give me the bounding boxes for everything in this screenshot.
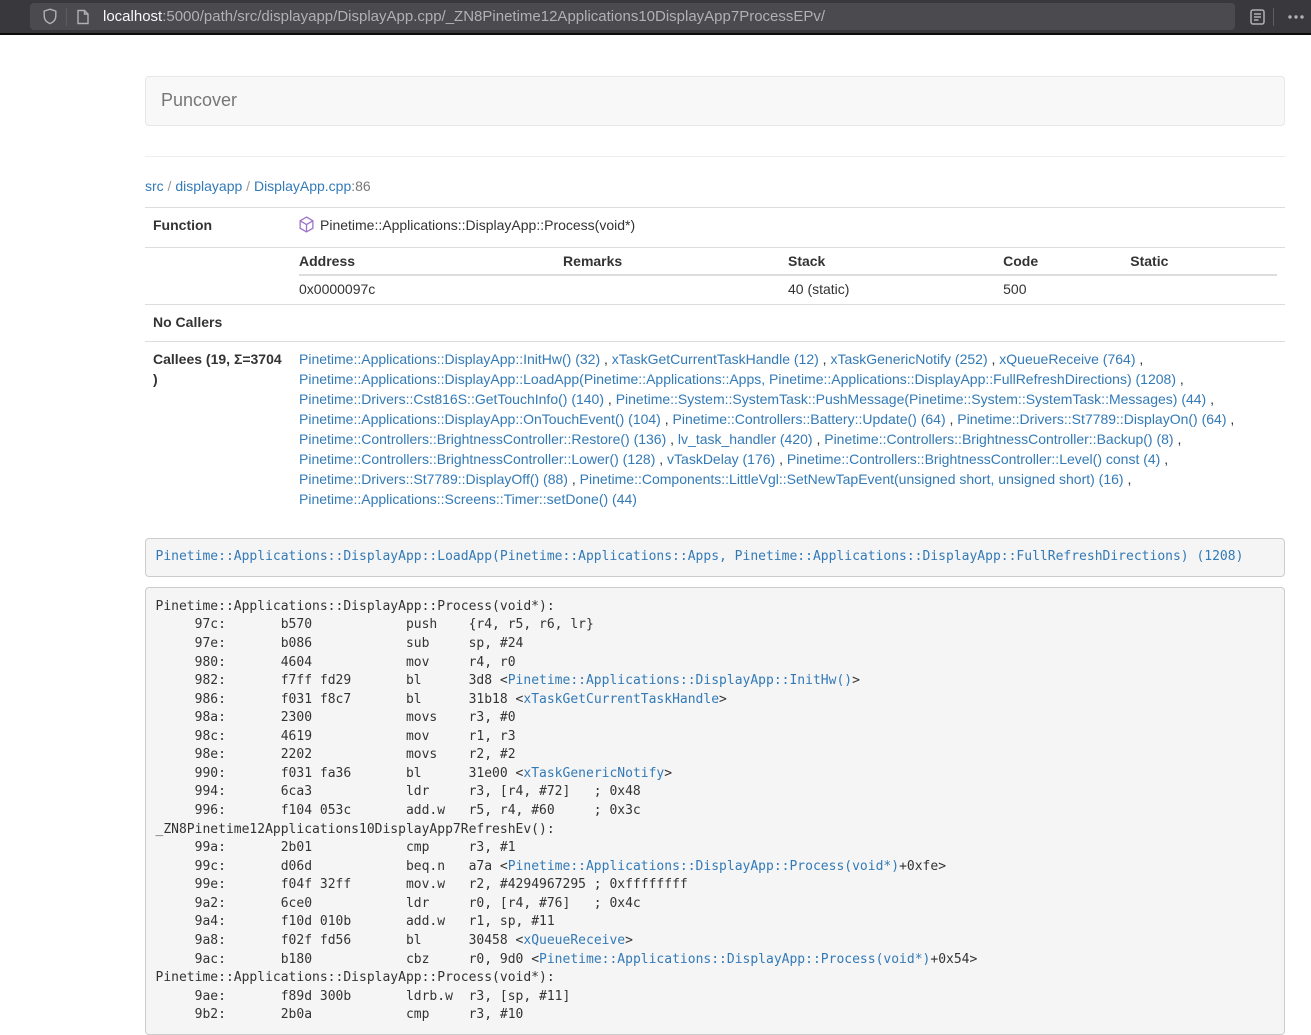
callee-link[interactable]: Pinetime::Applications::Screens::Timer::… (299, 491, 637, 507)
callee-link[interactable]: xQueueReceive (764) (999, 351, 1135, 367)
divider (145, 156, 1285, 157)
callee-link[interactable]: Pinetime::Applications::DisplayApp::OnTo… (299, 411, 661, 427)
url-host: localhost (103, 8, 162, 25)
app-navbar: Puncover (145, 76, 1285, 126)
page-content: Puncover src / displayapp / DisplayApp.c… (145, 76, 1285, 1035)
callee-link[interactable]: Pinetime::Controllers::BrightnessControl… (299, 451, 655, 467)
stats-header-static: Static (1130, 248, 1277, 275)
breadcrumb: src / displayapp / DisplayApp.cpp:86 (145, 177, 1285, 197)
callees-row: Callees (19, Σ=3704 ) Pinetime::Applicat… (145, 341, 1285, 517)
callee-link[interactable]: Pinetime::Drivers::St7789::DisplayOff() … (299, 471, 568, 487)
breadcrumb-separator: / (242, 178, 254, 194)
function-name: Pinetime::Applications::DisplayApp::Proc… (320, 217, 635, 233)
callee-link[interactable]: xTaskGetCurrentTaskHandle (12) (612, 351, 819, 367)
callee-link[interactable]: Pinetime::Controllers::BrightnessControl… (299, 431, 666, 447)
stats-header-address: Address (299, 248, 563, 275)
menu-icon[interactable] (1284, 5, 1308, 29)
toolbar-divider (1273, 8, 1274, 26)
callee-link[interactable]: Pinetime::Drivers::Cst816S::GetTouchInfo… (299, 391, 604, 407)
breadcrumb-link[interactable]: src (145, 178, 164, 194)
shield-icon[interactable] (38, 5, 62, 29)
selected-callee-link[interactable]: Pinetime::Applications::DisplayApp::Load… (156, 549, 1244, 564)
callee-link[interactable]: Pinetime::Controllers::Battery::Update()… (673, 411, 946, 427)
symbol-link[interactable]: Pinetime::Applications::DisplayApp::Proc… (508, 859, 899, 874)
stats-header-code: Code (1003, 248, 1130, 275)
stats-value-row: 0x0000097c 40 (static)500 (299, 275, 1277, 304)
stats-cell: 500 (1003, 275, 1130, 304)
callee-link[interactable]: Pinetime::Applications::DisplayApp::Load… (299, 371, 1176, 387)
callee-link[interactable]: Pinetime::Applications::DisplayApp::Init… (299, 351, 600, 367)
symbol-link[interactable]: Pinetime::Applications::DisplayApp::Init… (508, 673, 852, 688)
symbol-link[interactable]: xTaskGetCurrentTaskHandle (523, 692, 719, 707)
url-text[interactable]: localhost:5000/path/src/displayapp/Displ… (103, 6, 825, 27)
page-icon[interactable] (71, 5, 95, 29)
symbol-link[interactable]: xTaskGenericNotify (523, 766, 664, 781)
breadcrumb-line-number: :86 (351, 178, 370, 194)
stats-cell (1130, 275, 1277, 304)
selected-callee-box: Pinetime::Applications::DisplayApp::Load… (145, 538, 1285, 578)
stats-cell: 40 (static) (788, 275, 1003, 304)
disassembly-listing: Pinetime::Applications::DisplayApp::Proc… (145, 587, 1285, 1035)
no-callers-label: No Callers (145, 304, 291, 341)
breadcrumb-separator: / (164, 178, 176, 194)
breadcrumb-link[interactable]: DisplayApp.cpp (254, 178, 351, 194)
callees-list: Pinetime::Applications::DisplayApp::Init… (291, 341, 1285, 517)
callee-link[interactable]: vTaskDelay (176) (667, 451, 775, 467)
stats-cell (563, 275, 788, 304)
callee-link[interactable]: Pinetime::System::SystemTask::PushMessag… (616, 391, 1207, 407)
function-cube-icon (299, 216, 314, 239)
function-label: Function (145, 207, 291, 247)
stats-header-row: AddressRemarksStackCodeStatic (299, 248, 1277, 275)
url-bar[interactable]: localhost:5000/path/src/displayapp/Displ… (30, 3, 1235, 30)
function-table: Function Pinetime::Applications::Display… (145, 207, 1285, 518)
brand-title[interactable]: Puncover (161, 88, 237, 114)
stats-table: AddressRemarksStackCodeStatic 0x0000097c… (299, 248, 1277, 304)
reader-mode-icon[interactable] (1245, 5, 1269, 29)
callees-label: Callees (19, Σ=3704 ) (145, 341, 291, 517)
url-path: :5000/path/src/displayapp/DisplayApp.cpp… (162, 8, 825, 25)
callee-link[interactable]: Pinetime::Drivers::St7789::DisplayOn() (… (957, 411, 1226, 427)
breadcrumb-link[interactable]: displayapp (175, 178, 242, 194)
stats-header-stack: Stack (788, 248, 1003, 275)
callee-link[interactable]: lv_task_handler (420) (678, 431, 813, 447)
callee-link[interactable]: Pinetime::Controllers::BrightnessControl… (787, 451, 1160, 467)
callee-link[interactable]: Pinetime::Components::LittleVgl::SetNewT… (580, 471, 1124, 487)
stats-row: AddressRemarksStackCodeStatic 0x0000097c… (145, 247, 1285, 304)
urlbar-divider (66, 8, 67, 26)
callee-link[interactable]: Pinetime::Controllers::BrightnessControl… (824, 431, 1173, 447)
stats-cell: 0x0000097c (299, 275, 563, 304)
function-row: Function Pinetime::Applications::Display… (145, 207, 1285, 247)
stats-header-remarks: Remarks (563, 248, 788, 275)
symbol-link[interactable]: xQueueReceive (523, 933, 625, 948)
callee-link[interactable]: xTaskGenericNotify (252) (830, 351, 987, 367)
symbol-link[interactable]: Pinetime::Applications::DisplayApp::Proc… (539, 952, 930, 967)
browser-toolbar: localhost:5000/path/src/displayapp/Displ… (0, 0, 1311, 35)
no-callers-row: No Callers (145, 304, 1285, 341)
